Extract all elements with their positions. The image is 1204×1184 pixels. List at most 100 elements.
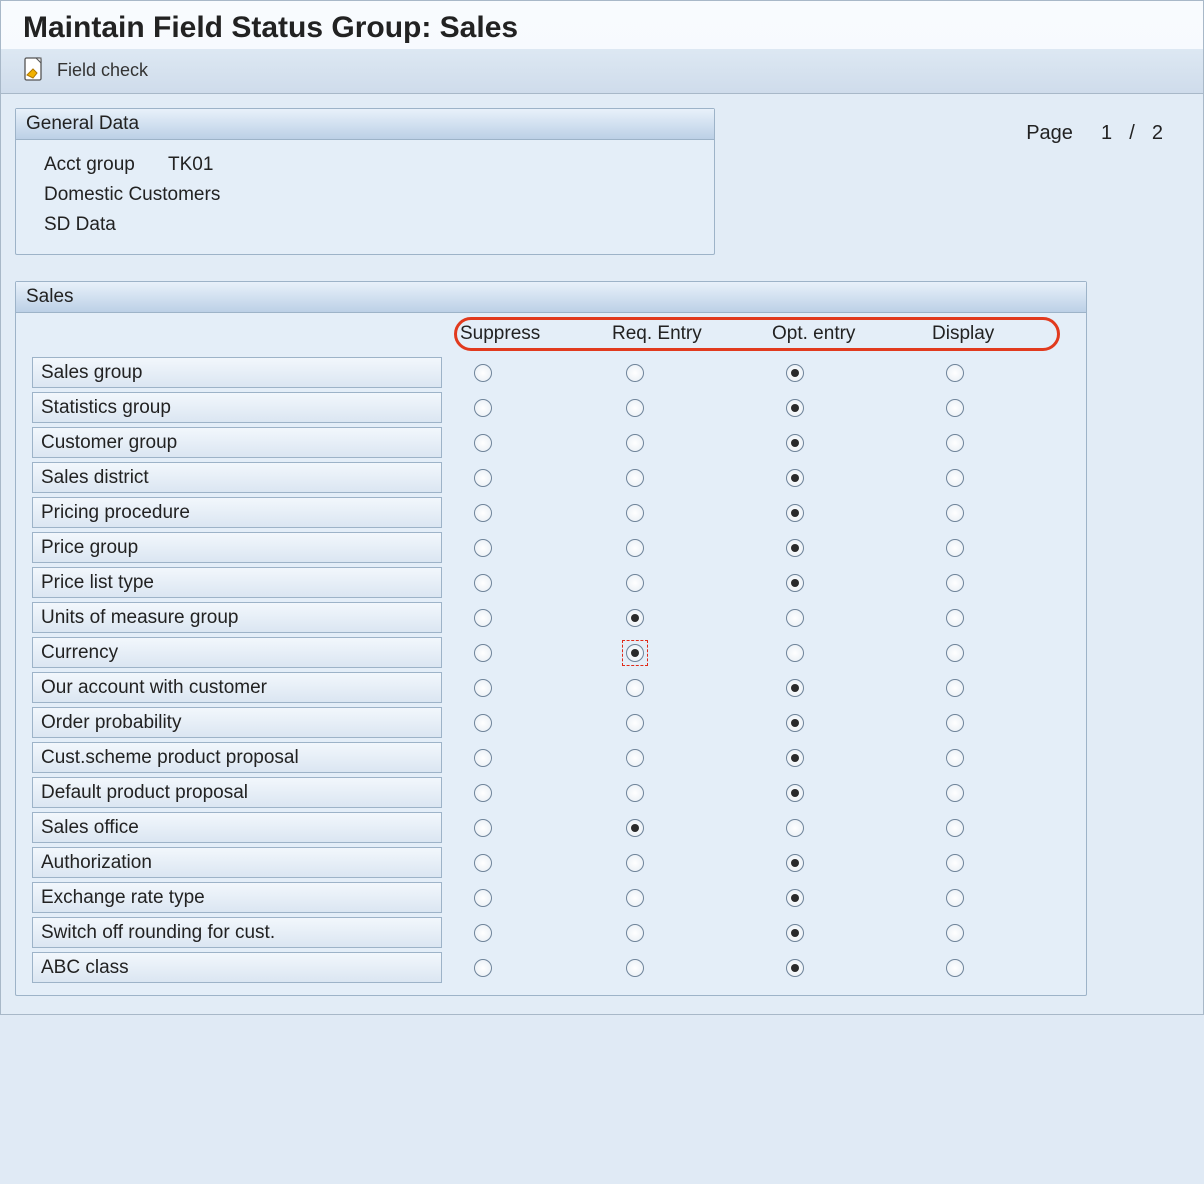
- radio-cell: [914, 819, 1054, 837]
- status-radio[interactable]: [626, 609, 644, 627]
- status-radio[interactable]: [474, 679, 492, 697]
- status-radio[interactable]: [946, 574, 964, 592]
- status-radio[interactable]: [474, 749, 492, 767]
- status-radio[interactable]: [474, 959, 492, 977]
- status-radio[interactable]: [786, 749, 804, 767]
- radio-cell: [914, 364, 1054, 382]
- status-radio[interactable]: [786, 504, 804, 522]
- radio-cell: [754, 574, 914, 592]
- status-radio[interactable]: [786, 679, 804, 697]
- status-radio[interactable]: [946, 784, 964, 802]
- field-check-icon[interactable]: [23, 57, 45, 83]
- status-radio[interactable]: [626, 854, 644, 872]
- status-radio[interactable]: [474, 854, 492, 872]
- status-radio[interactable]: [786, 644, 804, 662]
- status-radio[interactable]: [474, 714, 492, 732]
- status-radio[interactable]: [786, 819, 804, 837]
- status-radio[interactable]: [474, 924, 492, 942]
- status-radio[interactable]: [626, 959, 644, 977]
- status-radio[interactable]: [474, 469, 492, 487]
- status-radio[interactable]: [946, 854, 964, 872]
- status-radio[interactable]: [626, 819, 644, 837]
- radio-cell: [442, 959, 594, 977]
- status-radio[interactable]: [626, 679, 644, 697]
- status-radio[interactable]: [786, 854, 804, 872]
- status-radio[interactable]: [626, 714, 644, 732]
- status-radio[interactable]: [474, 399, 492, 417]
- field-row: Pricing procedure: [32, 495, 1078, 530]
- status-radio[interactable]: [626, 889, 644, 907]
- status-radio[interactable]: [626, 574, 644, 592]
- status-radio[interactable]: [626, 364, 644, 382]
- radio-cell: [442, 854, 594, 872]
- status-radio[interactable]: [786, 539, 804, 557]
- status-radio[interactable]: [626, 784, 644, 802]
- status-radio[interactable]: [474, 819, 492, 837]
- status-radio[interactable]: [946, 749, 964, 767]
- status-radio[interactable]: [626, 644, 644, 662]
- radio-cell: [442, 434, 594, 452]
- radio-cell: [914, 504, 1054, 522]
- status-radio[interactable]: [946, 399, 964, 417]
- status-radio[interactable]: [474, 434, 492, 452]
- status-radio[interactable]: [786, 889, 804, 907]
- status-radio[interactable]: [946, 679, 964, 697]
- status-radio[interactable]: [626, 469, 644, 487]
- status-radio[interactable]: [946, 714, 964, 732]
- status-radio[interactable]: [786, 434, 804, 452]
- status-radio[interactable]: [626, 749, 644, 767]
- status-radio[interactable]: [946, 819, 964, 837]
- status-radio[interactable]: [946, 434, 964, 452]
- status-radio[interactable]: [946, 539, 964, 557]
- status-radio[interactable]: [946, 609, 964, 627]
- radio-cell: [914, 399, 1054, 417]
- field-row-label: Customer group: [32, 427, 442, 458]
- status-radio[interactable]: [474, 609, 492, 627]
- status-radio[interactable]: [626, 434, 644, 452]
- status-radio[interactable]: [946, 644, 964, 662]
- radio-cell: [594, 504, 754, 522]
- status-radio[interactable]: [946, 889, 964, 907]
- status-radio[interactable]: [786, 364, 804, 382]
- status-radio[interactable]: [946, 924, 964, 942]
- status-radio[interactable]: [786, 469, 804, 487]
- status-radio[interactable]: [626, 539, 644, 557]
- col-opt-entry: Opt. entry: [766, 315, 926, 355]
- status-radio[interactable]: [786, 399, 804, 417]
- status-radio[interactable]: [786, 609, 804, 627]
- radio-cell: [594, 679, 754, 697]
- status-radio[interactable]: [786, 959, 804, 977]
- status-radio[interactable]: [946, 469, 964, 487]
- status-radio[interactable]: [474, 364, 492, 382]
- field-row-label: Default product proposal: [32, 777, 442, 808]
- status-radio[interactable]: [946, 959, 964, 977]
- status-radio[interactable]: [474, 504, 492, 522]
- field-row: Statistics group: [32, 390, 1078, 425]
- status-radio[interactable]: [946, 364, 964, 382]
- status-radio[interactable]: [474, 539, 492, 557]
- status-radio[interactable]: [626, 504, 644, 522]
- radio-cell: [594, 959, 754, 977]
- field-row: Sales district: [32, 460, 1078, 495]
- status-radio[interactable]: [474, 574, 492, 592]
- field-row: Sales group: [32, 355, 1078, 390]
- radio-cell: [442, 364, 594, 382]
- field-check-button[interactable]: Field check: [57, 60, 148, 81]
- status-radio[interactable]: [786, 784, 804, 802]
- field-row-label: Order probability: [32, 707, 442, 738]
- status-radio[interactable]: [626, 399, 644, 417]
- radio-cell: [594, 854, 754, 872]
- status-radio[interactable]: [474, 784, 492, 802]
- radio-cell: [442, 889, 594, 907]
- status-radio[interactable]: [946, 504, 964, 522]
- sales-header: Sales: [16, 282, 1086, 313]
- app-window: Maintain Field Status Group: Sales Field…: [0, 0, 1204, 1015]
- status-radio[interactable]: [474, 644, 492, 662]
- status-radio[interactable]: [786, 714, 804, 732]
- field-row-label: Cust.scheme product proposal: [32, 742, 442, 773]
- radio-cell: [754, 889, 914, 907]
- status-radio[interactable]: [626, 924, 644, 942]
- status-radio[interactable]: [786, 924, 804, 942]
- status-radio[interactable]: [786, 574, 804, 592]
- status-radio[interactable]: [474, 889, 492, 907]
